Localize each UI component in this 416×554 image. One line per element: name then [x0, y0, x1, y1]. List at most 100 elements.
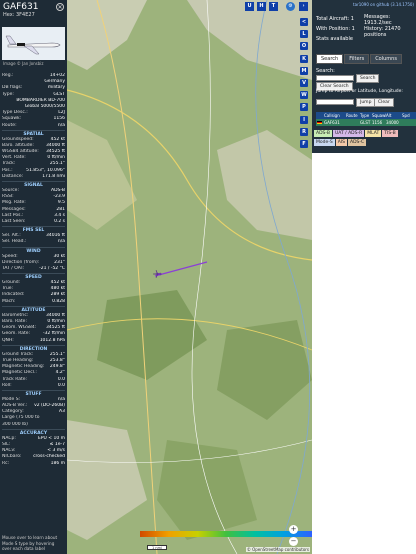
source-tag: TIS-B	[382, 130, 398, 137]
source-tag: UAT / ADS-R	[332, 130, 365, 137]
table-cell	[316, 119, 324, 126]
map-side-button[interactable]: P	[300, 103, 308, 112]
version-link[interactable]: tar1090 on github (3.14.1750)	[353, 2, 414, 7]
with-position: With Position: 1	[316, 26, 355, 32]
map-side-button[interactable]: R	[300, 127, 308, 136]
detail-row: Mach: 0.828	[2, 299, 65, 305]
map-side-button[interactable]: W	[300, 91, 308, 100]
aircraft-photo[interactable]	[2, 27, 65, 60]
column-header[interactable]: Type	[360, 112, 372, 119]
section-header: SIGNAL	[2, 181, 65, 188]
detail-label: Reg.:	[2, 73, 14, 78]
column-header[interactable]: Squawk	[372, 112, 386, 119]
column-header[interactable]: Alt	[386, 112, 402, 119]
map-button-h[interactable]: H	[257, 2, 266, 11]
tab-columns[interactable]: Columns	[370, 54, 402, 64]
detail-label: Route:	[2, 122, 17, 128]
settings-gear-icon[interactable]: ⚙	[286, 2, 295, 11]
jump-label: Jump to Airport or Latitude, Longitude:	[316, 89, 403, 94]
table-header: CallsignRouteTypeSquawkAltSpd	[316, 112, 416, 119]
zoom-in-button[interactable]: +	[289, 525, 298, 534]
table-row[interactable]: GAF631 GLST 1156 34000	[316, 119, 416, 126]
detail-label: Distance:	[2, 173, 24, 179]
map-scale: 1 nmi	[147, 545, 167, 550]
detail-rows: Reg.: 14+02 Germany DB flags: military Type: G…	[2, 73, 65, 467]
source-tag: ADS-C	[348, 139, 367, 146]
close-icon[interactable]: ✕	[56, 3, 64, 11]
detail-value: 0.0	[57, 382, 65, 388]
column-header[interactable]: Route	[346, 112, 360, 119]
map-side-button[interactable]: I	[300, 115, 308, 124]
map-side-button[interactable]: V	[300, 79, 308, 87]
footer-hint: Mouse over to learn about Mode S type by…	[2, 535, 58, 551]
section-header: DIRECTION	[2, 344, 65, 352]
source-tag: ADS-B	[314, 130, 332, 137]
table-cell: 34000	[386, 120, 399, 125]
total-aircraft: Total Aircraft: 1	[316, 16, 354, 22]
source-tags-row-2: Mode-S AIS ADS-C	[314, 139, 367, 146]
detail-row: Roll: 0.0	[2, 383, 65, 389]
source-tag: AIS	[335, 139, 348, 146]
tab-search[interactable]: Search	[316, 54, 344, 64]
detail-row: Route: n/a	[2, 123, 65, 129]
aircraft-marker[interactable]	[152, 269, 162, 279]
detail-row: Sel. Head.: n/a	[2, 239, 65, 245]
flag-icon	[317, 121, 322, 124]
column-header[interactable]	[316, 112, 324, 119]
source-tags-row-1: ADS-B UAT / ADS-R MLAT TIS-B	[314, 130, 399, 137]
map-button-t[interactable]: T	[269, 2, 278, 11]
map-side-button[interactable]: K	[300, 54, 308, 63]
photo-credit: Image © Jan Jonsbiz	[3, 61, 44, 66]
clear-button[interactable]: Clear	[374, 98, 394, 107]
map-side-button[interactable]: L	[300, 30, 308, 39]
table-cell: GAF631	[324, 120, 340, 125]
detail-row: QNH: 1012.8 hPa	[2, 338, 65, 344]
zoom-out-button[interactable]: −	[289, 537, 298, 546]
jump-button[interactable]: Jump	[356, 98, 376, 107]
stats-available[interactable]: Stats available	[316, 36, 355, 42]
search-button[interactable]: Search	[356, 74, 380, 83]
map-side-button[interactable]: F	[300, 140, 308, 148]
column-header[interactable]: Spd	[402, 112, 412, 119]
section-header: ACCURACY	[2, 428, 65, 436]
detail-label: 300 000 lb)	[2, 421, 28, 427]
section-header: SPEED	[2, 273, 65, 280]
detail-label: Sel. Head.:	[2, 239, 27, 245]
detail-row: Last Seen: 0.2 s	[2, 219, 65, 225]
detail-row: 300 000 lb)	[2, 422, 65, 428]
search-input[interactable]	[316, 75, 354, 81]
map-view[interactable]: U H T ⚙ › < L O K M V W P I R F 1 nmi © OpenStreet…	[67, 0, 312, 554]
detail-value: A3	[59, 409, 65, 415]
column-header[interactable]: Callsign	[324, 112, 346, 119]
panel-tabs: Search Filters Columns	[316, 54, 402, 64]
detail-label: Mach:	[2, 298, 16, 304]
map-side-button[interactable]: M	[300, 66, 308, 75]
table-cell: GLST	[360, 120, 371, 125]
expand-right-button[interactable]: ›	[299, 2, 308, 11]
map-terrain	[67, 0, 312, 554]
table-cell	[402, 119, 412, 126]
detail-label: QNH:	[2, 337, 14, 343]
map-side-button[interactable]: O	[300, 42, 308, 51]
jump-input[interactable]	[316, 99, 354, 105]
detail-label: TAT / OAT:	[2, 265, 25, 271]
history-sub: positions	[364, 32, 387, 38]
aircraft-info-panel: GAF631 Hex: 3F4E27 ✕ Image © Jan Jonsbiz…	[0, 0, 67, 554]
detail-label: Rc:	[2, 460, 10, 466]
map-button-u[interactable]: U	[245, 2, 254, 11]
map-side-button[interactable]: <	[300, 18, 308, 26]
section-header: FMS SEL	[2, 226, 65, 233]
detail-value: -21 / -52 °C	[39, 265, 65, 271]
section-header: SPATIAL	[2, 129, 65, 137]
detail-value: 1012.8 hPa	[39, 337, 65, 343]
tab-filters[interactable]: Filters	[344, 54, 370, 64]
detail-label: Last Seen:	[2, 218, 26, 224]
source-tag: MLAT	[365, 130, 382, 137]
altitude-color-legend	[140, 531, 312, 537]
section-header: STUFF	[2, 389, 65, 397]
stats-right: Messages: 1913.2/sec History: 21470 posi…	[364, 14, 401, 38]
detail-value: n/a	[57, 122, 65, 128]
detail-row: TAT / OAT: -21 / -52 °C	[2, 266, 65, 272]
detail-value: 0.2 s	[54, 218, 65, 224]
hex-line: Hex: 3F4E27	[3, 12, 35, 18]
